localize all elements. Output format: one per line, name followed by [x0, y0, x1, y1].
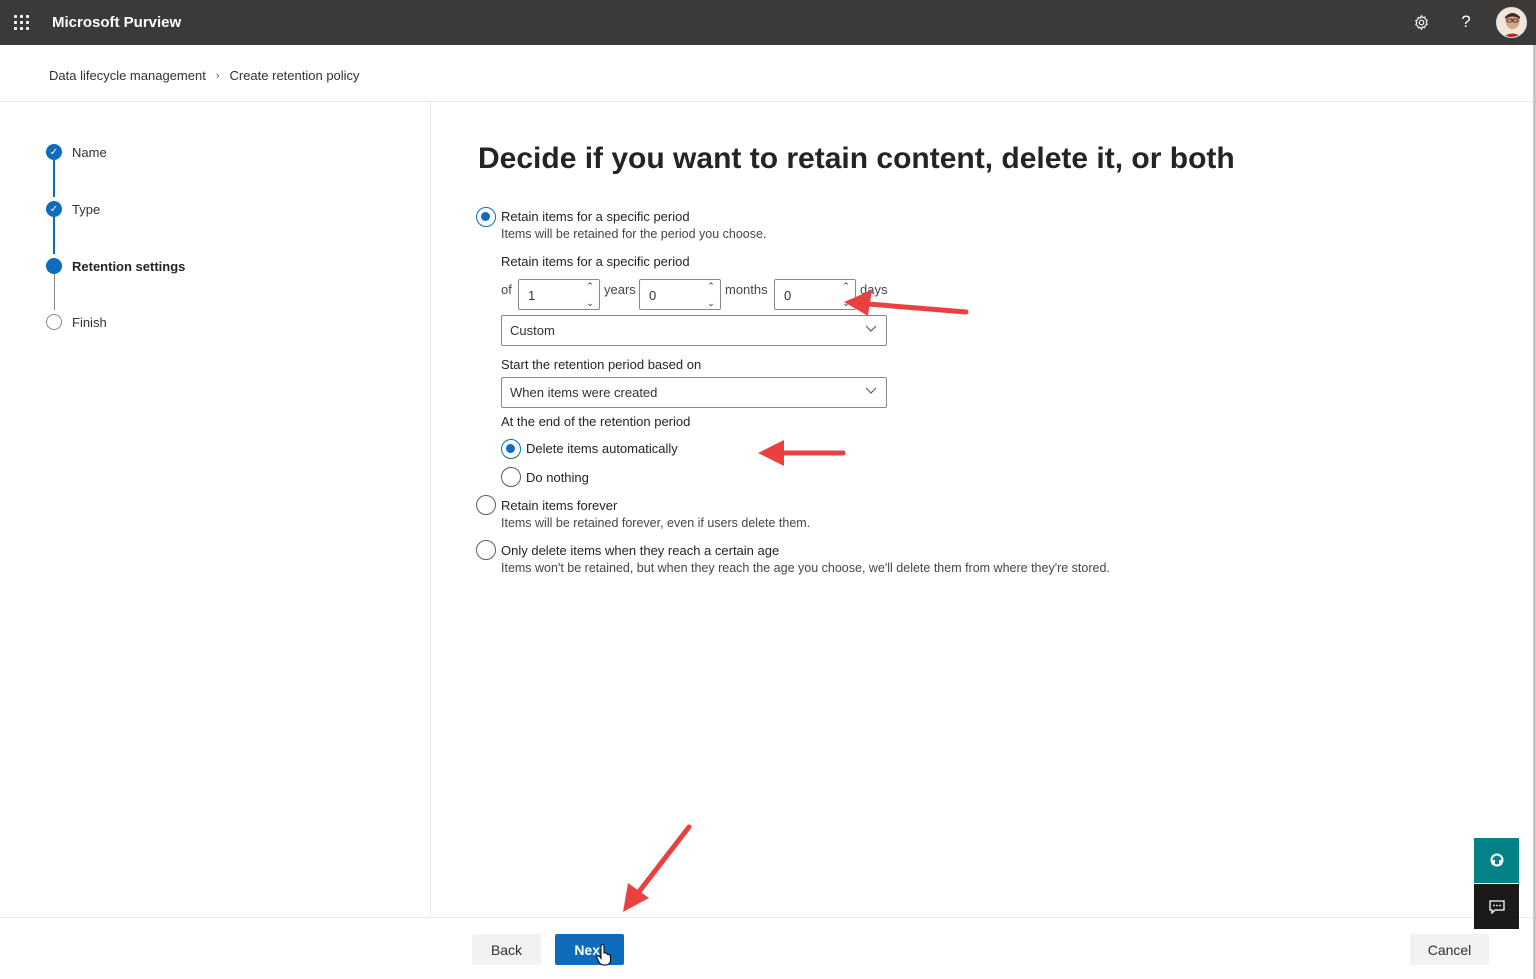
back-button[interactable]: Back	[472, 934, 541, 965]
months-spinner[interactable]: 0 ⌃ ⌄	[639, 279, 721, 310]
end-period-label: At the end of the retention period	[501, 414, 691, 429]
chevron-up-icon[interactable]: ⌃	[586, 282, 594, 291]
retain-forever-radio[interactable]	[476, 495, 496, 515]
hand-cursor-icon	[596, 944, 611, 966]
waffle-icon[interactable]	[14, 15, 30, 31]
gear-icon[interactable]	[1410, 11, 1432, 33]
step-retention-settings[interactable]: Retention settings	[46, 258, 185, 274]
wizard-steps: ✓ Name ✓ Type Retention settings Finish	[0, 102, 431, 917]
chevron-down-icon[interactable]: ⌄	[586, 299, 594, 308]
retain-period-radio[interactable]	[476, 207, 496, 227]
delete-only-radio[interactable]	[476, 540, 496, 560]
pending-step-icon	[46, 314, 62, 330]
days-unit: days	[860, 282, 888, 297]
checkmark-icon: ✓	[46, 201, 62, 217]
step-connector	[54, 274, 55, 310]
main-content: Decide if you want to retain content, de…	[432, 102, 1533, 917]
start-based-label: Start the retention period based on	[501, 357, 702, 372]
step-label: Type	[72, 201, 101, 217]
do-nothing-label[interactable]: Do nothing	[526, 470, 589, 485]
days-value: 0	[784, 288, 792, 303]
years-value: 1	[528, 288, 536, 303]
step-label: Retention settings	[72, 258, 186, 274]
next-button[interactable]: Next	[555, 934, 624, 965]
retain-forever-label[interactable]: Retain items forever	[501, 498, 617, 513]
avatar[interactable]	[1496, 7, 1527, 38]
do-nothing-radio[interactable]	[501, 467, 521, 487]
delete-only-desc: Items won't be retained, but when they r…	[501, 561, 1110, 575]
app-title[interactable]: Microsoft Purview	[52, 14, 181, 31]
delete-only-label[interactable]: Only delete items when they reach a cert…	[501, 543, 779, 558]
breadcrumb: Data lifecycle management › Create reten…	[49, 68, 360, 83]
chevron-down-icon[interactable]: ⌄	[842, 299, 850, 308]
period-preset-value: Custom	[510, 323, 555, 338]
period-prefix: of	[501, 282, 512, 297]
breadcrumb-item-data-lifecycle[interactable]: Data lifecycle management	[49, 68, 206, 83]
cancel-button[interactable]: Cancel	[1410, 934, 1489, 965]
delete-automatically-label[interactable]: Delete items automatically	[526, 441, 678, 456]
headset-icon	[1490, 853, 1503, 866]
help-chat-button[interactable]	[1474, 838, 1519, 883]
step-connector	[53, 160, 55, 197]
months-value: 0	[649, 288, 657, 303]
help-icon[interactable]: ?	[1455, 11, 1477, 33]
step-type[interactable]: ✓ Type	[46, 201, 100, 217]
step-connector	[53, 217, 55, 254]
current-step-icon	[46, 258, 62, 274]
footer-divider	[0, 917, 1533, 918]
chevron-down-icon[interactable]: ⌄	[707, 299, 715, 308]
page-title: Decide if you want to retain content, de…	[478, 142, 1235, 175]
step-name[interactable]: ✓ Name	[46, 144, 107, 160]
retain-period-label[interactable]: Retain items for a specific period	[501, 209, 690, 224]
top-bar: Microsoft Purview ?	[0, 0, 1536, 45]
feedback-icon	[1488, 899, 1505, 914]
step-label: Finish	[72, 314, 107, 330]
months-unit: months	[725, 282, 768, 297]
chevron-up-icon[interactable]: ⌃	[707, 282, 715, 291]
delete-automatically-radio[interactable]	[501, 439, 521, 459]
start-based-dropdown[interactable]: When items were created	[501, 377, 887, 408]
chevron-down-icon	[865, 325, 877, 332]
retain-period-desc: Items will be retained for the period yo…	[501, 227, 767, 241]
chevron-right-icon: ›	[215, 69, 220, 82]
breadcrumb-item-create-policy: Create retention policy	[229, 68, 360, 83]
retain-forever-desc: Items will be retained forever, even if …	[501, 516, 811, 530]
days-spinner[interactable]: 0 ⌃ ⌄	[774, 279, 856, 310]
step-finish[interactable]: Finish	[46, 314, 107, 330]
years-unit: years	[604, 282, 636, 297]
period-preset-dropdown[interactable]: Custom	[501, 315, 887, 346]
chevron-up-icon[interactable]: ⌃	[842, 282, 850, 291]
start-based-value: When items were created	[510, 385, 658, 400]
feedback-button[interactable]	[1474, 884, 1519, 929]
checkmark-icon: ✓	[46, 144, 62, 160]
chevron-down-icon	[865, 387, 877, 394]
years-spinner[interactable]: 1 ⌃ ⌄	[518, 279, 600, 310]
period-label: Retain items for a specific period	[501, 254, 690, 269]
app-window: Microsoft Purview ? Data lifecycle manag…	[0, 0, 1536, 979]
step-label: Name	[72, 144, 107, 160]
